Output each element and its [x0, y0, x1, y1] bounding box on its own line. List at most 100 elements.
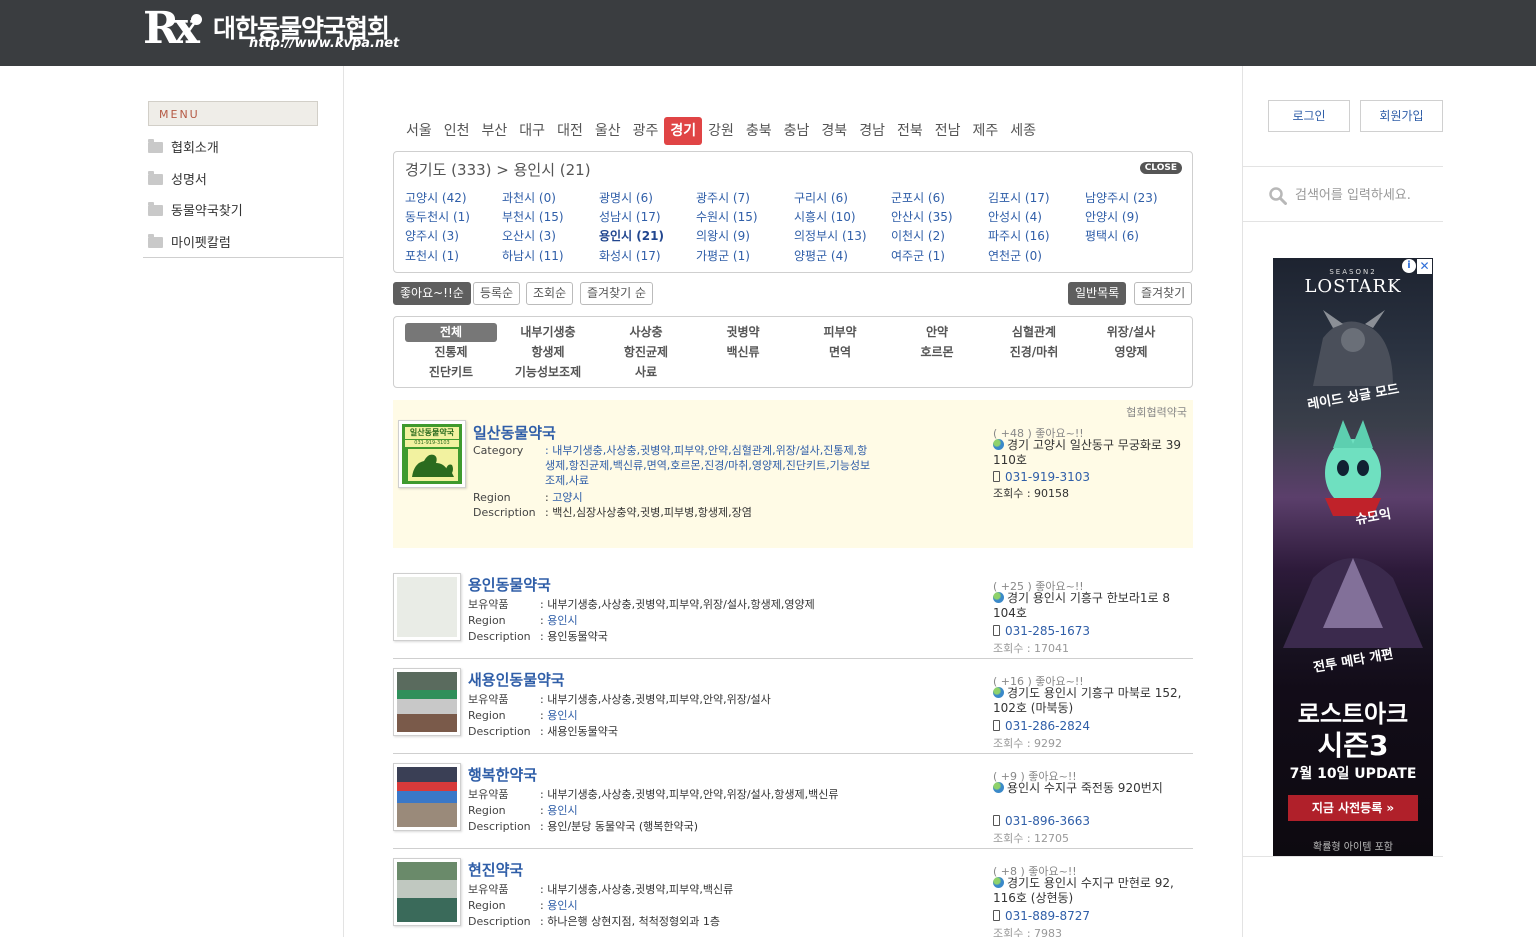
category-filter-link[interactable]: 피부약 [794, 323, 886, 342]
category-filter-link[interactable]: 진통제 [405, 343, 497, 362]
list-mode-button[interactable]: 즐겨찾기 [1134, 282, 1193, 305]
region-tab[interactable]: 대전 [551, 117, 589, 145]
city-filter-link[interactable]: 광주시 (7) [696, 189, 750, 206]
city-filter-link[interactable]: 김포시 (17) [988, 189, 1050, 206]
sort-button[interactable]: 등록순 [473, 282, 521, 305]
city-filter-link[interactable]: 안산시 (35) [891, 208, 953, 225]
city-filter-link[interactable]: 과천시 (0) [502, 189, 556, 206]
city-filter-link[interactable]: 안양시 (9) [1085, 208, 1139, 225]
city-filter-link[interactable]: 군포시 (6) [891, 189, 945, 206]
city-filter-link[interactable]: 성남시 (17) [599, 208, 661, 225]
city-filter-link[interactable]: 양평군 (4) [794, 247, 848, 264]
region-tab[interactable]: 대구 [513, 117, 551, 145]
region-link[interactable]: 용인시 [547, 709, 577, 722]
search-icon[interactable] [1269, 187, 1287, 205]
city-filter-link[interactable]: 화성시 (17) [599, 247, 661, 264]
phone-number[interactable]: 031-286-2824 [993, 719, 1090, 733]
ad-cta-button[interactable]: 지금 사전등록 » [1288, 795, 1418, 821]
sort-button[interactable]: 즐겨찾기 순 [580, 282, 654, 305]
region-tab[interactable]: 세종 [1004, 117, 1042, 145]
city-filter-link[interactable]: 안성시 (4) [988, 208, 1042, 225]
category-filter-link[interactable]: 위장/설사 [1085, 323, 1177, 342]
region-tab[interactable]: 제주 [966, 117, 1004, 145]
category-filter-link[interactable]: 호르몬 [891, 343, 983, 362]
pharmacy-thumbnail[interactable] [393, 668, 461, 736]
city-filter-link[interactable]: 가평군 (1) [696, 247, 750, 264]
region-tab[interactable]: 경북 [815, 117, 853, 145]
close-button[interactable]: CLOSE [1139, 162, 1182, 174]
region-link[interactable]: 용인시 [547, 804, 577, 817]
region-tab[interactable]: 서울 [400, 117, 438, 145]
city-filter-link[interactable]: 구리시 (6) [794, 189, 848, 206]
region-tab[interactable]: 강원 [702, 117, 740, 145]
region-tab[interactable]: 경기 [664, 117, 703, 145]
region-link[interactable]: 용인시 [547, 899, 577, 912]
region-tab[interactable]: 부산 [476, 117, 514, 145]
site-logo[interactable]: Rx 대한동물약국협회 http://www.kvpa.net [143, 6, 413, 56]
pharmacy-name-link[interactable]: 일산동물약국 [473, 422, 556, 443]
category-filter-link[interactable]: 항진균제 [600, 343, 692, 362]
region-tab[interactable]: 경남 [853, 117, 891, 145]
phone-number[interactable]: 031-896-3663 [993, 814, 1090, 828]
category-filter-link[interactable]: 진경/마취 [988, 343, 1080, 362]
pharmacy-thumbnail[interactable] [393, 573, 461, 641]
category-filter-link[interactable]: 영양제 [1085, 343, 1177, 362]
category-filter-link[interactable]: 면역 [794, 343, 886, 362]
sidebar-item-find-pharmacy[interactable]: 동물약국찾기 [148, 200, 243, 220]
sort-button[interactable]: 좋아요~!!순 [393, 282, 471, 305]
city-filter-link[interactable]: 광명시 (6) [599, 189, 653, 206]
city-filter-link[interactable]: 파주시 (16) [988, 227, 1050, 244]
category-filter-link[interactable]: 사상충 [600, 323, 692, 342]
pharmacy-name-link[interactable]: 새용인동물약국 [468, 669, 565, 690]
region-tab[interactable]: 광주 [627, 117, 665, 145]
pharmacy-name-link[interactable]: 행복한약국 [468, 764, 537, 785]
phone-number[interactable]: 031-889-8727 [993, 909, 1090, 923]
pharmacy-name-link[interactable]: 용인동물약국 [468, 574, 551, 595]
phone-number[interactable]: 031-919-3103 [993, 470, 1090, 484]
phone-number[interactable]: 031-285-1673 [993, 624, 1090, 638]
city-filter-link[interactable]: 평택시 (6) [1085, 227, 1139, 244]
pharmacy-name-link[interactable]: 현진약국 [468, 859, 523, 880]
category-filter-link[interactable]: 사료 [600, 363, 692, 382]
login-button[interactable]: 로그인 [1268, 100, 1350, 132]
region-link[interactable]: 고양시 [552, 491, 582, 504]
region-tab[interactable]: 전북 [891, 117, 929, 145]
city-filter-link[interactable]: 의정부시 (13) [794, 227, 867, 244]
city-filter-link[interactable]: 연천군 (0) [988, 247, 1042, 264]
region-tab[interactable]: 울산 [589, 117, 627, 145]
sort-button[interactable]: 조회순 [526, 282, 574, 305]
region-tab[interactable]: 전남 [929, 117, 967, 145]
sidebar-item-about[interactable]: 협회소개 [148, 137, 219, 157]
list-mode-button[interactable]: 일반목록 [1068, 282, 1127, 305]
city-filter-link[interactable]: 동두천시 (1) [405, 208, 470, 225]
city-filter-link[interactable]: 수원시 (15) [696, 208, 758, 225]
city-filter-link[interactable]: 의왕시 (9) [696, 227, 750, 244]
city-filter-link[interactable]: 용인시 (21) [599, 227, 664, 244]
city-filter-link[interactable]: 남양주시 (23) [1085, 189, 1158, 206]
category-filter-link[interactable]: 전체 [405, 323, 497, 342]
category-filter-link[interactable]: 귓병약 [697, 323, 789, 342]
category-filter-link[interactable]: 내부기생충 [502, 323, 594, 342]
region-tab[interactable]: 충북 [740, 117, 778, 145]
category-filter-link[interactable]: 기능성보조제 [502, 363, 594, 382]
city-filter-link[interactable]: 부천시 (15) [502, 208, 564, 225]
pharmacy-thumbnail[interactable] [393, 763, 461, 831]
city-filter-link[interactable]: 양주시 (3) [405, 227, 459, 244]
sidebar-item-mypet-column[interactable]: 마이펫칼럼 [148, 232, 231, 252]
category-filter-link[interactable]: 진단키트 [405, 363, 497, 382]
signup-button[interactable]: 회원가입 [1360, 100, 1443, 132]
city-filter-link[interactable]: 여주군 (1) [891, 247, 945, 264]
category-filter-link[interactable]: 항생제 [502, 343, 594, 362]
category-filter-link[interactable]: 안약 [891, 323, 983, 342]
region-tab[interactable]: 충남 [778, 117, 816, 145]
region-tab[interactable]: 인천 [438, 117, 476, 145]
sidebar-item-statements[interactable]: 성명서 [148, 169, 207, 189]
city-filter-link[interactable]: 이천시 (2) [891, 227, 945, 244]
city-filter-link[interactable]: 고양시 (42) [405, 189, 467, 206]
advertisement-banner[interactable]: i ✕ SEASON2 LOSTARK 레이드 싱글 모드 슈모익 전투 메타 … [1273, 258, 1433, 857]
region-link[interactable]: 용인시 [547, 614, 577, 627]
city-filter-link[interactable]: 포천시 (1) [405, 247, 459, 264]
city-filter-link[interactable]: 오산시 (3) [502, 227, 556, 244]
pharmacy-thumbnail[interactable] [393, 858, 461, 926]
category-filter-link[interactable]: 심혈관계 [988, 323, 1080, 342]
